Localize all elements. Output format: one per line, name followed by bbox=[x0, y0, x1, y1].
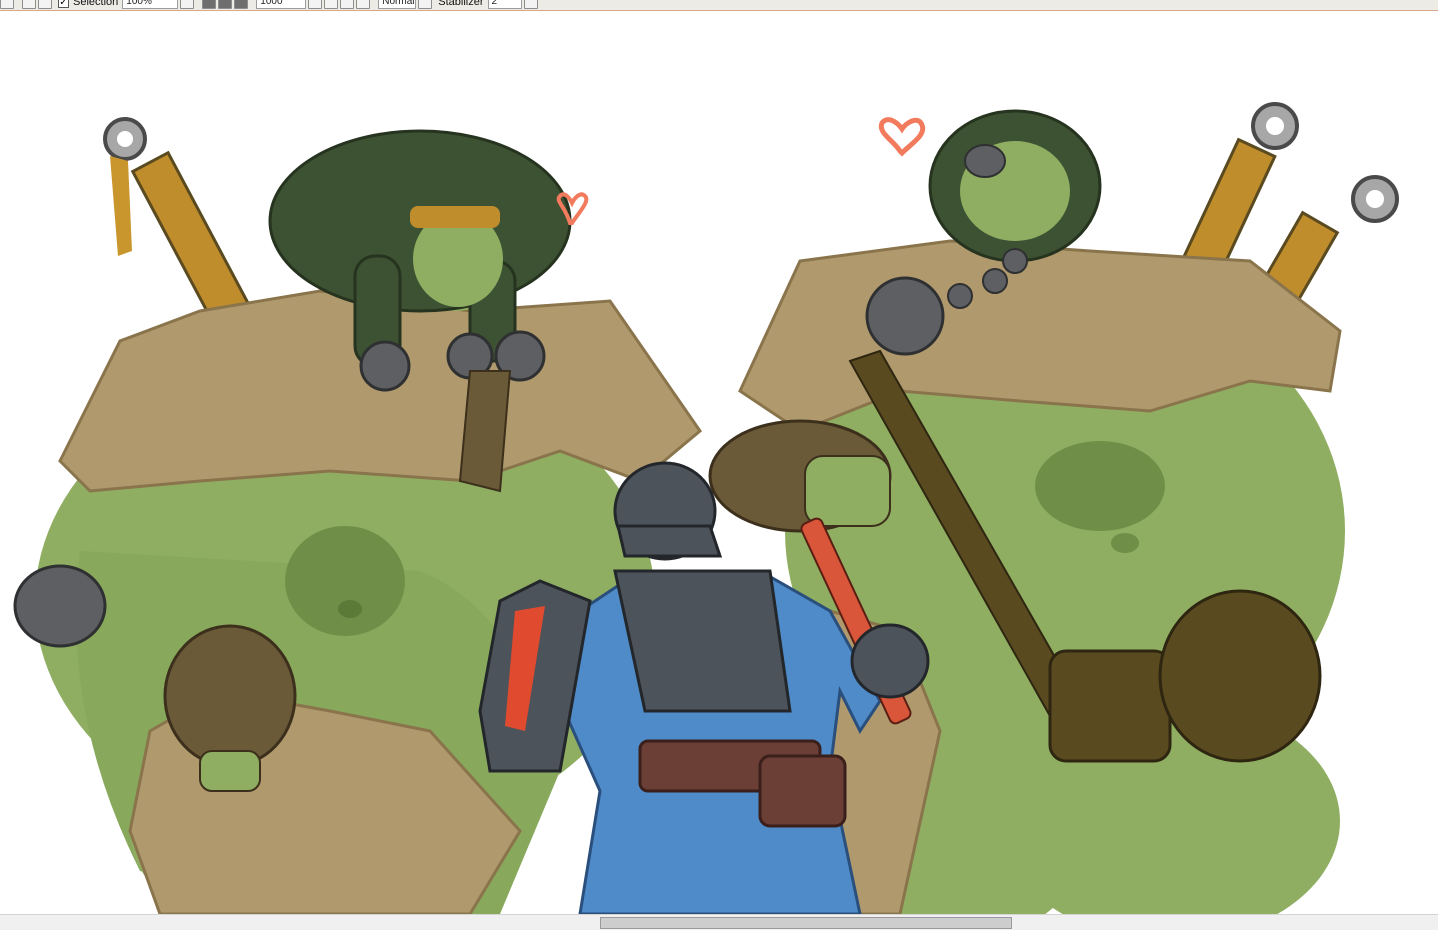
tool-button-1[interactable] bbox=[0, 0, 14, 9]
tool-button-3[interactable] bbox=[38, 0, 52, 9]
tool-options-row: ✓ Selection 100% 1000 Normal Stabilizer … bbox=[0, 0, 540, 10]
artwork bbox=[13, 102, 1399, 914]
stabilizer-label: Stabilizer bbox=[438, 0, 484, 8]
blend-mode-button[interactable] bbox=[418, 0, 433, 9]
blend-mode-select[interactable]: Normal bbox=[378, 0, 417, 9]
rotate-left-button[interactable] bbox=[324, 0, 339, 9]
drawing-canvas[interactable] bbox=[0, 11, 1438, 914]
zoom-field[interactable]: 100% bbox=[122, 0, 179, 9]
view-button-2[interactable] bbox=[218, 0, 233, 9]
selection-label: Selection bbox=[73, 0, 119, 8]
zoom-dropdown-button[interactable] bbox=[180, 0, 195, 9]
tool-button-2[interactable] bbox=[22, 0, 36, 9]
horizontal-scrollbar[interactable] bbox=[0, 914, 1438, 930]
stabilizer-select[interactable]: 2 bbox=[487, 0, 522, 9]
stabilizer-dropdown-button[interactable] bbox=[523, 0, 538, 9]
tool-options-bar: ✓ Selection 100% 1000 Normal Stabilizer … bbox=[0, 0, 1438, 11]
left-orc bbox=[13, 117, 703, 914]
selection-checkbox[interactable]: ✓ bbox=[58, 0, 69, 8]
size-field[interactable]: 1000 bbox=[256, 0, 307, 9]
horizontal-scrollbar-thumb[interactable] bbox=[600, 917, 1012, 929]
heart-icon bbox=[878, 117, 926, 157]
size-dropdown-button[interactable] bbox=[308, 0, 323, 9]
rotate-right-button[interactable] bbox=[340, 0, 355, 9]
reset-rotation-button[interactable] bbox=[356, 0, 371, 9]
view-button-3[interactable] bbox=[234, 0, 249, 9]
view-button-1[interactable] bbox=[202, 0, 217, 9]
